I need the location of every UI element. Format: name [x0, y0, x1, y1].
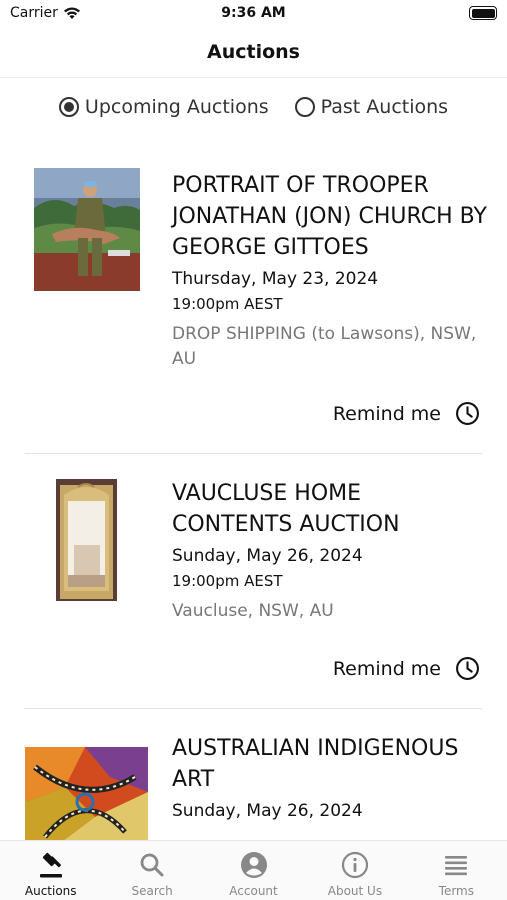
divider: [25, 708, 482, 709]
auction-location: DROP SHIPPING (to Lawsons), NSW, AU: [172, 324, 477, 369]
mirror-image: [56, 479, 117, 601]
remind-me-button[interactable]: Remind me: [333, 401, 480, 426]
tab-label: Auctions: [24, 884, 77, 898]
auction-info: AUSTRALIAN INDIGENOUS ART Sunday, May 26…: [172, 733, 487, 821]
terms-icon: [442, 850, 470, 880]
clock-icon: [456, 657, 479, 680]
radio-unselected-icon: [294, 97, 315, 117]
auction-title: VAUCLUSE HOME CONTENTS AUCTION: [172, 481, 400, 537]
auction-info: PORTRAIT OF TROOPER JONATHAN (JON) CHURC…: [172, 170, 487, 372]
indigenous-art-image: [25, 747, 148, 840]
auction-date: Sunday, May 26, 2024: [172, 801, 363, 821]
remind-me-button[interactable]: Remind me: [333, 656, 480, 681]
auction-filter: Upcoming Auctions Past Auctions: [0, 96, 507, 118]
gavel-icon: [36, 850, 66, 880]
past-auctions-radio[interactable]: Past Auctions: [294, 96, 449, 118]
remind-me-label: Remind me: [332, 402, 441, 425]
auction-date: Thursday, May 23, 2024: [172, 269, 379, 289]
tab-label: Terms: [438, 884, 474, 898]
tab-auctions[interactable]: Auctions: [0, 841, 101, 900]
tab-label: Search: [131, 884, 173, 898]
auction-thumbnail[interactable]: [25, 479, 148, 601]
search-icon: [138, 850, 166, 880]
remind-me-label: Remind me: [332, 657, 441, 680]
tab-about-us[interactable]: About Us: [304, 841, 405, 900]
battery-icon: [469, 6, 497, 20]
radio-selected-icon: [58, 97, 79, 117]
auction-title: PORTRAIT OF TROOPER JONATHAN (JON) CHURC…: [172, 173, 487, 260]
status-time: 9:36 AM: [221, 5, 286, 21]
status-bar: Carrier 9:36 AM: [0, 0, 507, 28]
auction-title: AUSTRALIAN INDIGENOUS ART: [172, 736, 459, 792]
info-icon: [341, 850, 369, 880]
upcoming-auctions-label: Upcoming Auctions: [84, 96, 269, 118]
tab-label: About Us: [327, 884, 383, 898]
divider: [25, 453, 482, 454]
portrait-painting-image: [33, 168, 140, 291]
auction-thumbnail[interactable]: [25, 168, 148, 291]
page-title: Auctions: [207, 41, 300, 63]
tab-terms[interactable]: Terms: [406, 841, 507, 900]
past-auctions-label: Past Auctions: [320, 96, 449, 118]
clock-icon: [456, 402, 479, 425]
tab-bar: Auctions Search Account About Us Terms: [0, 840, 507, 900]
upcoming-auctions-radio[interactable]: Upcoming Auctions: [58, 96, 269, 118]
auction-time: 19:00pm AEST: [172, 295, 283, 313]
tab-account[interactable]: Account: [203, 841, 304, 900]
tab-search[interactable]: Search: [101, 841, 202, 900]
navigation-bar: Auctions: [0, 28, 507, 78]
auction-time: 19:00pm AEST: [172, 572, 283, 590]
auction-date: Sunday, May 26, 2024: [172, 546, 363, 566]
account-icon: [240, 850, 268, 880]
tab-label: Account: [229, 884, 278, 898]
auction-thumbnail[interactable]: [25, 747, 148, 840]
auction-info: VAUCLUSE HOME CONTENTS AUCTION Sunday, M…: [172, 478, 487, 624]
auction-list[interactable]: PORTRAIT OF TROOPER JONATHAN (JON) CHURC…: [0, 150, 507, 840]
auction-location: Vaucluse, NSW, AU: [172, 601, 334, 621]
